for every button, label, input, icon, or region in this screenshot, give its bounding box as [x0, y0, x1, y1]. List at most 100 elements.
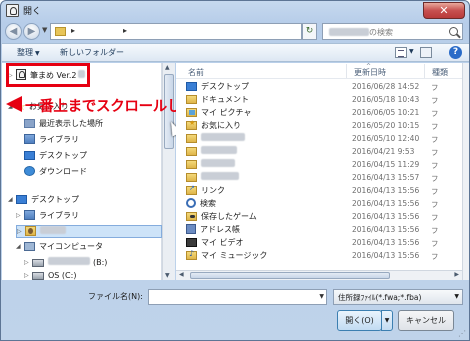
favorites-folder-icon: [186, 119, 197, 130]
search-icon[interactable]: [449, 27, 458, 36]
cancel-button[interactable]: キャンセル: [398, 310, 454, 331]
file-date: 2016/04/13 15:56: [352, 186, 420, 195]
open-options-dropdown[interactable]: ▼: [381, 310, 393, 331]
file-row[interactable]: デスクトップ 2016/06/28 14:52 フ: [176, 81, 462, 94]
view-dropdown-icon[interactable]: ▼: [409, 48, 414, 55]
column-separator[interactable]: [346, 64, 347, 78]
tree-item-label: [40, 226, 66, 234]
filetype-select[interactable]: 住所録ﾌｧｲﾙ(*.fwa;*.fba) ▼: [333, 289, 463, 305]
column-header-type[interactable]: 種類: [432, 67, 448, 78]
open-button[interactable]: 開く(O): [337, 310, 382, 331]
file-row[interactable]: マイ ビデオ 2016/04/13 15:56 フ: [176, 237, 462, 250]
file-row[interactable]: リンク 2016/04/13 15:56 フ: [176, 184, 462, 198]
file-date: 2016/04/13 15:56: [352, 251, 420, 260]
new-folder-button[interactable]: 新しいフォルダー: [60, 47, 124, 58]
file-name-text: 保存したゲーム: [201, 212, 257, 221]
file-list-pane: 名前 ^ 更新日時 種類 デスクトップ 2016/06/28 14:52 フドキュメ…: [176, 63, 462, 280]
tree-item-libraries-2[interactable]: ▷ ライブラリ: [16, 210, 79, 223]
expand-icon[interactable]: ▷: [24, 272, 32, 279]
tree-item-desktop-fav[interactable]: デスクトップ: [24, 150, 87, 163]
file-date: 2016/04/13 15:56: [352, 199, 420, 208]
collapse-icon[interactable]: ◢: [16, 243, 24, 250]
tree-item-my-computer[interactable]: ◢ マイコンピュータ: [16, 241, 103, 254]
expand-icon[interactable]: ▷: [24, 259, 32, 266]
horizontal-scrollbar[interactable]: ◀ ▶: [176, 270, 462, 280]
file-row[interactable]: 2016/04/21 9:53 フ: [176, 146, 462, 159]
file-list-header: 名前 ^ 更新日時 種類: [176, 63, 462, 79]
collapse-icon[interactable]: ◢: [8, 196, 16, 203]
column-header-name[interactable]: 名前: [188, 67, 204, 78]
tree-item-label: OS (C:): [48, 271, 77, 280]
back-button[interactable]: ◀: [5, 23, 22, 40]
file-row[interactable]: 2016/05/10 12:40 フ: [176, 133, 462, 146]
contacts-folder-icon: [186, 224, 196, 234]
desktop-folder-icon: [186, 82, 197, 91]
file-date: 2016/06/28 14:52: [352, 82, 420, 91]
tree-item-drive-b[interactable]: ▷ (B:): [24, 257, 107, 270]
breadcrumb-chevron[interactable]: ▸: [123, 26, 127, 35]
file-type: フ: [431, 161, 439, 170]
scroll-down-icon[interactable]: ▼: [165, 272, 170, 279]
expand-icon[interactable]: ▷: [17, 228, 25, 235]
file-name-text: マイ ビデオ: [201, 238, 244, 247]
tree-item-label: デスクトップ: [31, 195, 79, 204]
file-row[interactable]: 2016/04/13 15:57 フ: [176, 172, 462, 185]
tree-item-desktop[interactable]: ◢ デスクトップ: [8, 194, 79, 207]
history-dropdown-icon[interactable]: ▼: [42, 26, 47, 34]
horizontal-scrollbar-thumb[interactable]: [190, 272, 390, 279]
filename-input[interactable]: ▼: [148, 289, 327, 305]
view-options-icon[interactable]: [395, 47, 407, 58]
column-separator[interactable]: [424, 64, 425, 78]
highlight-box: [6, 63, 90, 87]
drive-icon: [32, 259, 44, 267]
breadcrumb-chevron[interactable]: ▸: [71, 26, 75, 35]
scroll-left-icon[interactable]: ◀: [179, 271, 184, 278]
tree-item-label: (B:): [93, 258, 108, 267]
scroll-up-icon[interactable]: ▲: [165, 64, 170, 71]
tree-item-libraries[interactable]: ライブラリ: [24, 134, 79, 147]
file-row[interactable]: アドレス帳 2016/04/13 15:56 フ: [176, 224, 462, 237]
expand-icon[interactable]: ▷: [16, 212, 24, 219]
file-row[interactable]: ドキュメント 2016/05/18 10:43 フ: [176, 94, 462, 107]
filename-label: ファイル名(N):: [88, 292, 143, 301]
file-name-text: 検索: [200, 199, 216, 208]
file-type: フ: [431, 96, 439, 105]
file-type: フ: [431, 109, 439, 118]
organize-button[interactable]: 整理 ▼: [17, 47, 40, 58]
preview-pane-icon[interactable]: [420, 47, 432, 58]
folder-icon: [186, 160, 197, 169]
tree-item-downloads[interactable]: ダウンロード: [24, 166, 87, 179]
file-row[interactable]: マイ ピクチャ 2016/06/05 10:21 フ: [176, 107, 462, 120]
file-name-text: アドレス帳: [200, 225, 240, 234]
file-row[interactable]: マイ ミュージック 2016/04/13 15:56 フ: [176, 249, 462, 263]
file-name-text: マイ ピクチャ: [201, 108, 252, 117]
file-row[interactable]: 2016/04/15 11:29 フ: [176, 159, 462, 172]
refresh-button[interactable]: ↻: [302, 23, 317, 40]
column-header-date[interactable]: 更新日時: [354, 67, 386, 78]
file-name: リンク: [186, 184, 225, 196]
file-name-text: [201, 146, 237, 154]
chevron-down-icon[interactable]: ▼: [319, 293, 324, 300]
file-date: 2016/06/05 10:21: [352, 108, 420, 117]
tree-item-recent-places[interactable]: 最近表示した場所: [24, 118, 103, 131]
file-row[interactable]: お気に入り 2016/05/20 10:15 フ: [176, 119, 462, 133]
search-placeholder: の検索: [369, 28, 393, 37]
file-name: [186, 146, 237, 156]
file-list-scrollbar[interactable]: [462, 63, 469, 280]
scroll-right-icon[interactable]: ▶: [454, 271, 459, 278]
file-row[interactable]: 検索 2016/04/13 15:56 フ: [176, 198, 462, 211]
forward-button[interactable]: ▶: [23, 23, 40, 40]
file-name: [186, 133, 245, 143]
tree-item-user-folder[interactable]: ▷: [16, 225, 162, 238]
search-input[interactable]: の検索: [322, 23, 463, 40]
user-folder-icon: [25, 226, 36, 236]
address-bar[interactable]: ▸ ▸: [50, 23, 302, 40]
resize-grip-icon[interactable]: ⋰: [458, 329, 466, 338]
help-icon[interactable]: ?: [449, 46, 462, 59]
file-row[interactable]: 保存したゲーム 2016/04/13 15:56 フ: [176, 211, 462, 224]
file-name-text: ドキュメント: [201, 95, 249, 104]
filetype-value: 住所録ﾌｧｲﾙ(*.fwa;*.fba): [338, 293, 422, 302]
navigation-bar: ◀ ▶ ▼ ▸ ▸ ↻ の検索: [1, 21, 469, 43]
file-date: 2016/04/13 15:56: [352, 225, 420, 234]
close-button[interactable]: ✕: [423, 2, 465, 19]
